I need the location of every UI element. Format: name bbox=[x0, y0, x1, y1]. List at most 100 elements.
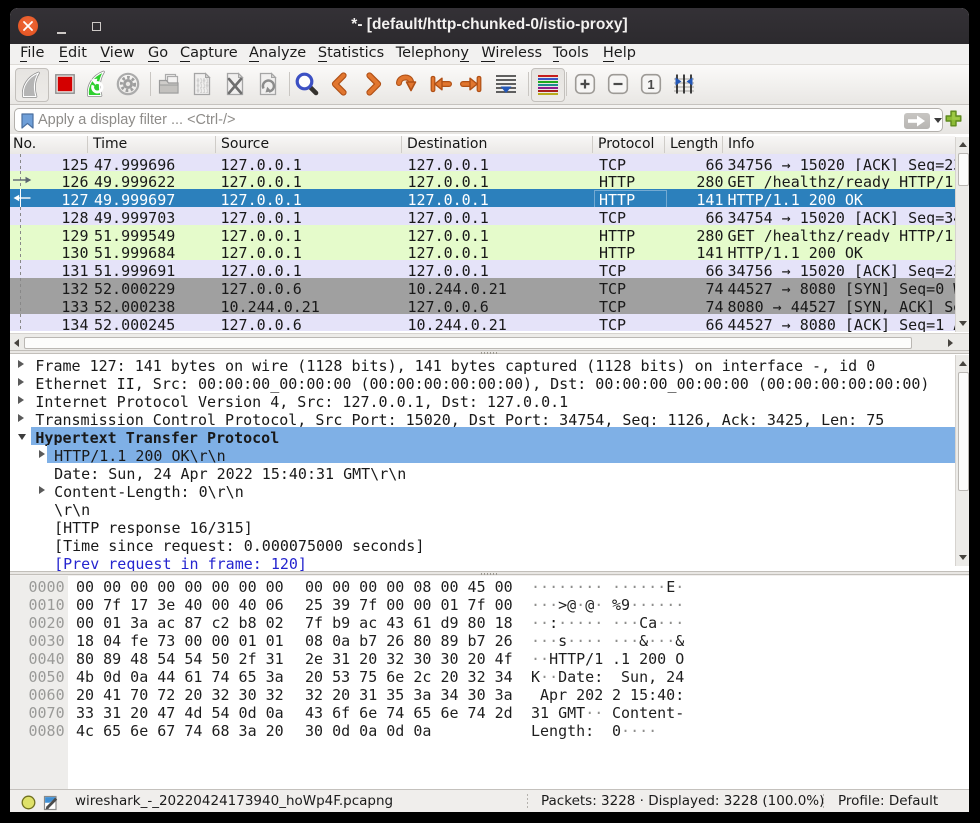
scroll-right-arrow[interactable] bbox=[948, 339, 953, 347]
detail-row[interactable]: Transmission Control Protocol, Src Port:… bbox=[10, 409, 955, 427]
toolbar-separator bbox=[528, 72, 529, 96]
packet-row-130[interactable]: 13051.999684127.0.0.1127.0.0.1HTTP141HTT… bbox=[10, 242, 955, 260]
menu-telephony[interactable]: Telephony bbox=[396, 44, 469, 63]
hex-row-0070[interactable]: 007033 31 20 47 4d 54 0d 0a43 6f 6e 74 6… bbox=[10, 703, 955, 721]
detail-row[interactable]: [Time since request: 0.000075000 seconds… bbox=[10, 535, 955, 553]
menu-wireless[interactable]: Wireless bbox=[481, 44, 542, 63]
toolbar-capture-options-button[interactable] bbox=[112, 68, 144, 100]
toolbar-go-previous-button[interactable] bbox=[324, 68, 356, 100]
expand-collapsed-icon[interactable] bbox=[39, 450, 45, 458]
toolbar-reload-file-button[interactable] bbox=[252, 68, 284, 100]
scroll-down-arrow[interactable] bbox=[959, 555, 967, 560]
toolbar-find-packet-button[interactable] bbox=[291, 68, 323, 100]
capture-file-name[interactable]: wireshark_-_20220424173940_hoWp4F.pcapng bbox=[75, 790, 393, 812]
detail-row[interactable]: Internet Protocol Version 4, Src: 127.0.… bbox=[10, 391, 955, 409]
column-header-source[interactable]: Source bbox=[216, 136, 402, 153]
column-header-time[interactable]: Time bbox=[88, 136, 216, 153]
expand-collapsed-icon[interactable] bbox=[18, 378, 24, 386]
hex-row-0030[interactable]: 003018 04 fe 73 00 00 01 0108 0a b7 26 8… bbox=[10, 631, 955, 649]
packet-row-134[interactable]: 13452.000245127.0.0.610.244.0.21TCP66445… bbox=[10, 314, 955, 332]
packet-list-scroll-thumb[interactable] bbox=[958, 153, 969, 186]
expand-collapsed-icon[interactable] bbox=[39, 486, 45, 494]
hex-row-0020[interactable]: 002000 01 3a ac 87 c2 b8 027f b9 ac 43 6… bbox=[10, 613, 955, 631]
scroll-down-arrow[interactable] bbox=[959, 321, 967, 326]
menu-go[interactable]: Go bbox=[148, 44, 168, 63]
packet-row-126[interactable]: 12649.999622127.0.0.1127.0.0.1HTTP280GET… bbox=[10, 171, 955, 189]
menu-capture[interactable]: Capture bbox=[180, 44, 238, 63]
capture-comment-icon[interactable] bbox=[43, 795, 59, 811]
expert-info-icon[interactable] bbox=[21, 795, 36, 810]
toolbar-go-last-button[interactable] bbox=[456, 68, 488, 100]
filter-expression-dropdown[interactable] bbox=[934, 118, 942, 123]
toolbar-auto-scroll-button[interactable] bbox=[490, 68, 522, 100]
detail-row[interactable]: [Prev request in frame: 120] bbox=[10, 553, 955, 570]
toolbar-zoom-out-button[interactable] bbox=[602, 68, 634, 100]
column-header-protocol[interactable]: Protocol bbox=[593, 136, 665, 153]
column-header-no[interactable]: No. bbox=[10, 136, 88, 153]
toolbar-restart-capture-button[interactable] bbox=[81, 68, 113, 100]
profile-label[interactable]: Profile: Default bbox=[838, 790, 938, 812]
hex-row-0060[interactable]: 006020 41 70 72 20 32 30 3232 20 31 35 3… bbox=[10, 685, 955, 703]
detail-row[interactable]: [HTTP response 16/315] bbox=[10, 517, 955, 535]
toolbar-go-first-button[interactable] bbox=[424, 68, 456, 100]
filter-bookmark-icon[interactable] bbox=[21, 113, 34, 129]
display-filter-input[interactable]: Apply a display filter ... <Ctrl-/> bbox=[14, 108, 943, 132]
detail-row[interactable]: \r\n bbox=[10, 499, 955, 517]
packet-row-132[interactable]: 13252.000229127.0.0.610.244.0.21TCP74445… bbox=[10, 278, 955, 296]
packet-list-hscroll-thumb[interactable] bbox=[24, 337, 912, 349]
apply-filter-button[interactable] bbox=[904, 113, 930, 129]
menu-edit[interactable]: Edit bbox=[59, 44, 87, 63]
hex-row-0080[interactable]: 00804c 65 6e 67 74 68 3a 2030 0d 0a 0d 0… bbox=[10, 721, 955, 739]
toolbar-start-capture-button[interactable] bbox=[15, 68, 49, 102]
toolbar-go-to-packet-button[interactable] bbox=[390, 68, 422, 100]
menu-tools[interactable]: Tools bbox=[553, 44, 589, 63]
detail-row[interactable]: Frame 127: 141 bytes on wire (1128 bits)… bbox=[10, 355, 955, 373]
toolbar-stop-capture-button[interactable] bbox=[49, 68, 81, 100]
column-header-destination[interactable]: Destination bbox=[402, 136, 593, 153]
packet-row-133[interactable]: 13352.00023810.244.0.21127.0.0.6TCP74808… bbox=[10, 296, 955, 314]
expand-expanded-icon[interactable] bbox=[18, 434, 26, 440]
scroll-up-arrow[interactable] bbox=[959, 142, 967, 147]
detail-row[interactable]: Content-Length: 0\r\n bbox=[10, 481, 955, 499]
detail-row[interactable]: Date: Sun, 24 Apr 2022 15:40:31 GMT\r\n bbox=[10, 463, 955, 481]
toolbar-open-file-button[interactable] bbox=[153, 68, 185, 100]
expand-collapsed-icon[interactable] bbox=[18, 360, 24, 368]
packet-row-131[interactable]: 13151.999691127.0.0.1127.0.0.1TCP6634756… bbox=[10, 260, 955, 278]
packet-row-129[interactable]: 12951.999549127.0.0.1127.0.0.1HTTP280GET… bbox=[10, 225, 955, 243]
packet-list-vertical-scrollbar[interactable] bbox=[955, 137, 969, 332]
hex-row-0040[interactable]: 004080 89 48 54 54 50 2f 312e 31 20 32 3… bbox=[10, 649, 955, 667]
menu-help[interactable]: Help bbox=[603, 44, 636, 63]
add-filter-button[interactable] bbox=[945, 110, 962, 127]
hex-row-0050[interactable]: 00504b 0d 0a 44 61 74 65 3a20 53 75 6e 2… bbox=[10, 667, 955, 685]
toolbar-resize-columns-button[interactable] bbox=[668, 68, 700, 100]
toolbar-colorize-button[interactable] bbox=[531, 68, 565, 102]
pane-splitter[interactable] bbox=[10, 571, 969, 575]
hex-row-0000[interactable]: 000000 00 00 00 00 00 00 0000 00 00 00 0… bbox=[10, 577, 955, 595]
toolbar-save-file-button[interactable]: 0101 0110 0111 bbox=[186, 68, 218, 100]
scroll-left-arrow[interactable] bbox=[14, 339, 19, 347]
toolbar-zoom-in-button[interactable] bbox=[569, 68, 601, 100]
hex-row-0010[interactable]: 001000 7f 17 3e 40 00 40 0625 39 7f 00 0… bbox=[10, 595, 955, 613]
packet-row-127[interactable]: 12749.999697127.0.0.1127.0.0.1HTTP141HTT… bbox=[10, 189, 955, 207]
detail-row[interactable]: Ethernet II, Src: 00:00:00_00:00:00 (00:… bbox=[10, 373, 955, 391]
details-vertical-scrollbar[interactable] bbox=[955, 355, 969, 566]
toolbar-close-file-button[interactable] bbox=[219, 68, 251, 100]
scroll-up-arrow[interactable] bbox=[959, 361, 967, 366]
column-header-length[interactable]: Length bbox=[665, 136, 723, 153]
expand-collapsed-icon[interactable] bbox=[18, 396, 24, 404]
menu-view[interactable]: View bbox=[100, 44, 134, 63]
detail-row[interactable]: Hypertext Transfer Protocol bbox=[10, 427, 955, 445]
menu-statistics[interactable]: Statistics bbox=[318, 44, 384, 63]
title-bar[interactable]: *- [default/http-chunked-0/istio-proxy] bbox=[10, 8, 969, 44]
column-header-info[interactable]: Info bbox=[723, 136, 955, 153]
packet-list-horizontal-scrollbar[interactable] bbox=[10, 333, 969, 350]
menu-file[interactable]: File bbox=[20, 44, 44, 63]
expand-collapsed-icon[interactable] bbox=[18, 414, 24, 422]
toolbar-go-next-button[interactable] bbox=[357, 68, 389, 100]
detail-row[interactable]: HTTP/1.1 200 OK\r\n bbox=[10, 445, 955, 463]
toolbar-zoom-100-button[interactable]: 1 bbox=[635, 68, 667, 100]
menu-analyze[interactable]: Analyze bbox=[249, 44, 306, 63]
packet-row-125[interactable]: 12547.999696127.0.0.1127.0.0.1TCP6634756… bbox=[10, 154, 955, 172]
packet-row-128[interactable]: 12849.999703127.0.0.1127.0.0.1TCP6634754… bbox=[10, 207, 955, 225]
details-scroll-thumb[interactable] bbox=[958, 372, 969, 491]
